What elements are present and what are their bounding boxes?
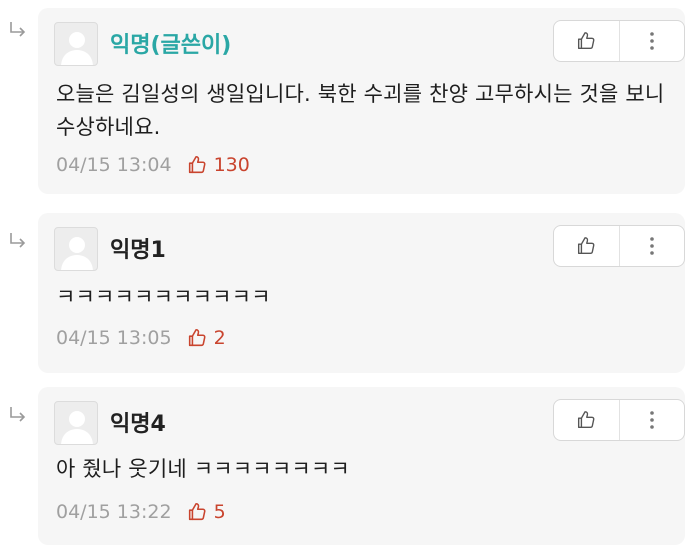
avatar bbox=[54, 227, 98, 271]
thumbs-up-icon bbox=[188, 328, 206, 347]
comment-meta: 04/15 13:22 5 bbox=[56, 501, 226, 523]
comment-meta: 04/15 13:05 2 bbox=[56, 327, 226, 349]
default-avatar-icon bbox=[61, 32, 93, 65]
timestamp: 04/15 13:04 bbox=[56, 154, 172, 176]
like-count-value: 130 bbox=[213, 154, 250, 176]
thumbs-up-icon bbox=[578, 411, 595, 429]
reply-arrow-icon bbox=[10, 22, 26, 37]
like-button[interactable] bbox=[554, 226, 619, 266]
comment-card: 익명4 아 줬나 웃기네 ㅋㅋㅋㅋㅋㅋㅋㅋ 04/15 13:22 5 bbox=[38, 387, 685, 545]
author-nickname[interactable]: 익명1 bbox=[110, 232, 166, 264]
default-avatar-icon bbox=[61, 237, 93, 270]
comment-card: 익명(글쓴이) 오늘은 김일성의 생일입니다. 북한 수괴를 찬양 고무하시는 … bbox=[38, 8, 685, 194]
avatar bbox=[54, 401, 98, 445]
thumbs-up-icon bbox=[578, 32, 595, 50]
thumbs-up-icon bbox=[188, 155, 206, 174]
like-count-value: 2 bbox=[213, 327, 226, 349]
like-button[interactable] bbox=[554, 21, 619, 61]
reply-comment: 익명4 아 줬나 웃기네 ㅋㅋㅋㅋㅋㅋㅋㅋ 04/15 13:22 5 bbox=[0, 385, 695, 545]
comment-actions bbox=[553, 399, 685, 441]
comment-text: ㅋㅋㅋㅋㅋㅋㅋㅋㅋㅋㅋ bbox=[56, 285, 271, 309]
timestamp: 04/15 13:05 bbox=[56, 327, 172, 349]
comment-text: 오늘은 김일성의 생일입니다. 북한 수괴를 찬양 고무하시는 것을 보니 수상… bbox=[56, 82, 665, 139]
reply-arrow-icon bbox=[10, 407, 26, 422]
more-button[interactable] bbox=[618, 226, 685, 266]
comment-actions bbox=[553, 225, 685, 267]
like-count: 5 bbox=[186, 501, 226, 523]
reply-arrow-icon bbox=[10, 233, 26, 248]
comment-thread: 익명(글쓴이) 오늘은 김일성의 생일입니다. 북한 수괴를 찬양 고무하시는 … bbox=[0, 0, 695, 553]
comment-meta: 04/15 13:04 130 bbox=[56, 154, 250, 176]
comment-actions bbox=[553, 20, 685, 62]
more-vertical-icon bbox=[649, 411, 654, 429]
more-vertical-icon bbox=[649, 32, 654, 50]
like-count: 2 bbox=[186, 327, 226, 349]
avatar bbox=[54, 22, 98, 66]
timestamp: 04/15 13:22 bbox=[56, 501, 172, 523]
more-button[interactable] bbox=[618, 21, 685, 61]
reply-comment: 익명(글쓴이) 오늘은 김일성의 생일입니다. 북한 수괴를 찬양 고무하시는 … bbox=[0, 0, 695, 196]
like-count-value: 5 bbox=[213, 501, 226, 523]
more-button[interactable] bbox=[618, 400, 685, 440]
more-vertical-icon bbox=[649, 237, 654, 255]
reply-comment: 익명1 ㅋㅋㅋㅋㅋㅋㅋㅋㅋㅋㅋ 04/15 13:05 2 bbox=[0, 211, 695, 373]
default-avatar-icon bbox=[61, 411, 93, 444]
like-button[interactable] bbox=[554, 400, 619, 440]
author-nickname[interactable]: 익명4 bbox=[110, 406, 166, 438]
author-nickname[interactable]: 익명(글쓴이) bbox=[110, 27, 231, 59]
comment-text: 아 줬나 웃기네 ㅋㅋㅋㅋㅋㅋㅋㅋ bbox=[56, 457, 350, 481]
comment-card: 익명1 ㅋㅋㅋㅋㅋㅋㅋㅋㅋㅋㅋ 04/15 13:05 2 bbox=[38, 213, 685, 373]
thumbs-up-icon bbox=[188, 502, 206, 521]
thumbs-up-icon bbox=[578, 237, 595, 255]
like-count: 130 bbox=[186, 154, 250, 176]
